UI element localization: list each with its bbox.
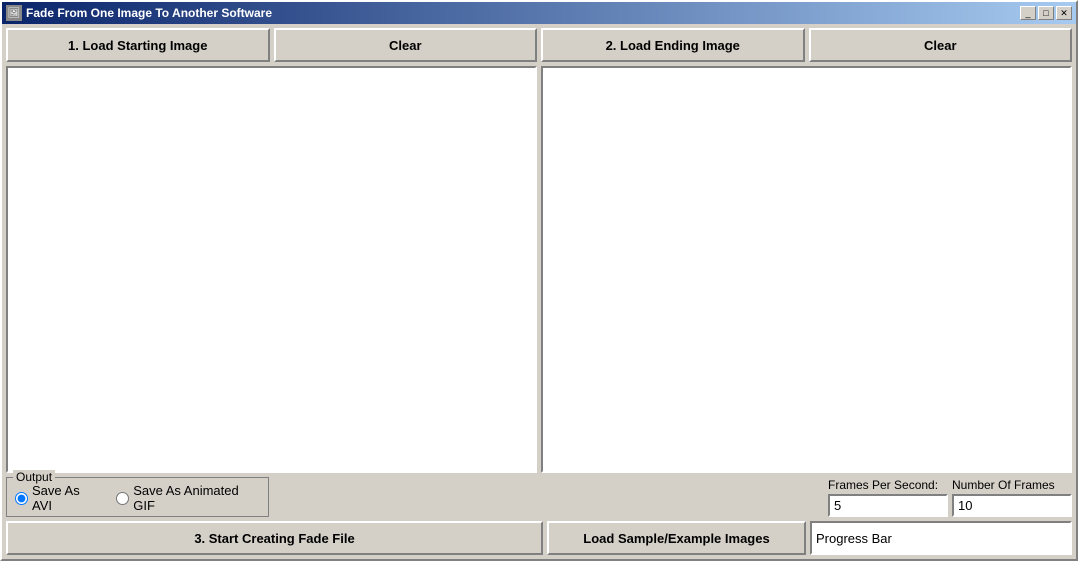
save-avi-radio[interactable]	[15, 492, 28, 505]
fps-field: Frames Per Second:	[828, 478, 948, 517]
close-button[interactable]: ✕	[1056, 6, 1072, 20]
app-icon: 🖼	[6, 5, 22, 21]
output-group: Output Save As AVI Save As Animated GIF	[6, 477, 269, 517]
fps-label: Frames Per Second:	[828, 478, 948, 492]
nof-field: Number Of Frames	[952, 478, 1072, 517]
window-controls: _ □ ✕	[1020, 6, 1072, 20]
save-avi-label: Save As AVI	[32, 483, 100, 513]
content-area: 1. Load Starting Image Clear 2. Load End…	[2, 24, 1076, 559]
nof-input[interactable]	[952, 494, 1072, 517]
save-format-group: Save As AVI Save As Animated GIF	[15, 484, 260, 512]
load-start-button[interactable]: 1. Load Starting Image	[6, 28, 270, 62]
bottom-controls-row1: Output Save As AVI Save As Animated GIF …	[6, 477, 1072, 517]
progress-bar: Progress Bar	[810, 521, 1072, 555]
main-window: 🖼 Fade From One Image To Another Softwar…	[0, 0, 1078, 561]
save-gif-radio[interactable]	[116, 492, 129, 505]
toolbar: 1. Load Starting Image Clear 2. Load End…	[6, 28, 1072, 62]
fps-input[interactable]	[828, 494, 948, 517]
title-bar: 🖼 Fade From One Image To Another Softwar…	[2, 2, 1076, 24]
save-gif-option[interactable]: Save As Animated GIF	[116, 483, 260, 513]
load-end-button[interactable]: 2. Load Ending Image	[541, 28, 805, 62]
maximize-button[interactable]: □	[1038, 6, 1054, 20]
ending-image-panel	[541, 66, 1072, 473]
window-title: Fade From One Image To Another Software	[26, 6, 1020, 20]
save-gif-label: Save As Animated GIF	[133, 483, 260, 513]
output-legend: Output	[13, 470, 55, 484]
start-button[interactable]: 3. Start Creating Fade File	[6, 521, 543, 555]
image-panels	[6, 66, 1072, 473]
sample-button[interactable]: Load Sample/Example Images	[547, 521, 806, 555]
minimize-button[interactable]: _	[1020, 6, 1036, 20]
starting-image-panel	[6, 66, 537, 473]
save-avi-option[interactable]: Save As AVI	[15, 483, 100, 513]
nof-label: Number Of Frames	[952, 478, 1072, 492]
action-row: 3. Start Creating Fade File Load Sample/…	[6, 521, 1072, 555]
clear-right-button[interactable]: Clear	[809, 28, 1073, 62]
clear-left-button[interactable]: Clear	[274, 28, 538, 62]
